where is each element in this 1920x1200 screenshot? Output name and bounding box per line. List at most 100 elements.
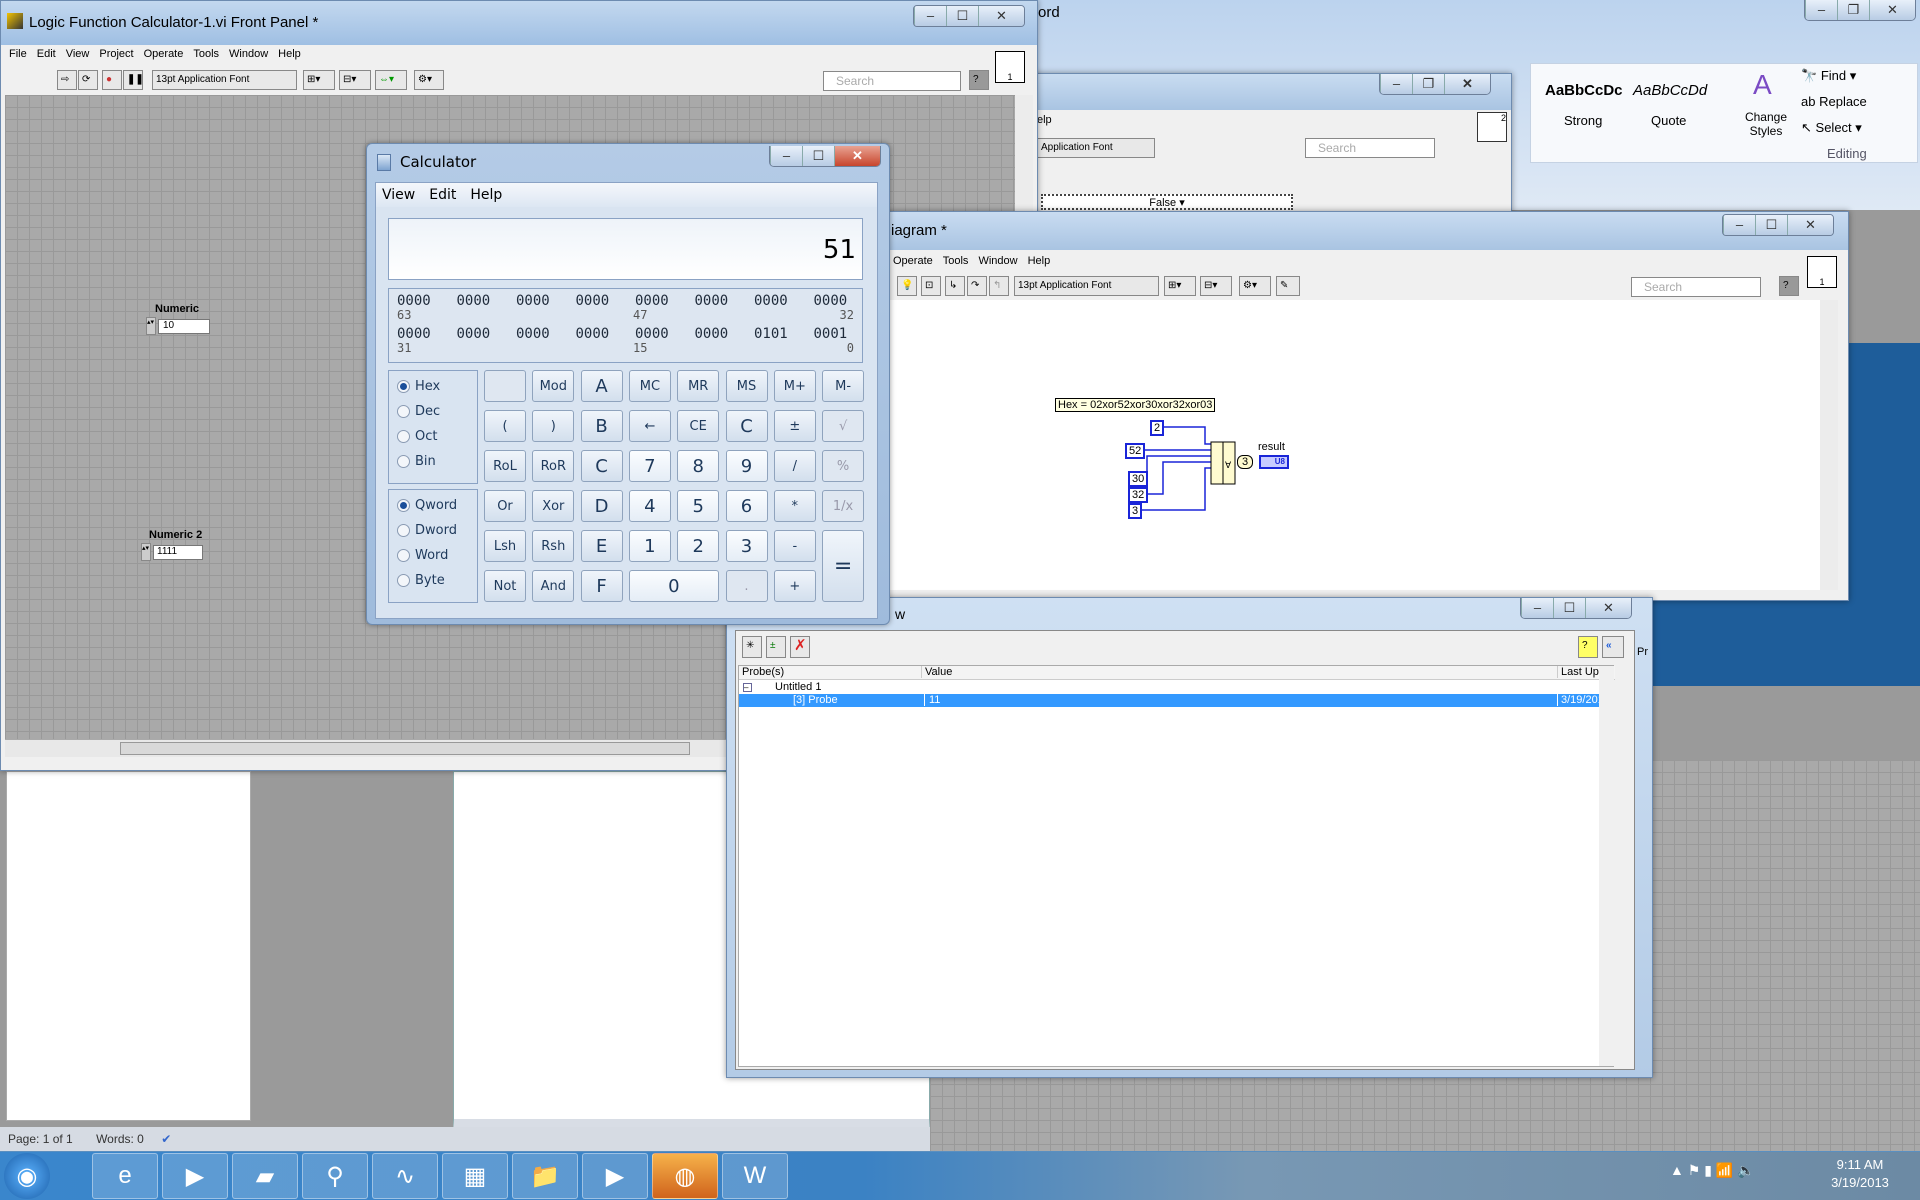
- start-taskbar-icon[interactable]: ◉: [4, 1153, 50, 1199]
- calc-button-)[interactable]: ): [532, 410, 575, 442]
- window-controls[interactable]: – ☐ ✕: [769, 146, 881, 167]
- numeric-2-input[interactable]: 1111: [153, 545, 203, 560]
- calc-button-2[interactable]: 2: [677, 530, 720, 562]
- binary-nibble[interactable]: 0000: [516, 326, 550, 342]
- case-structure-selector[interactable]: False ▾: [1041, 194, 1293, 210]
- word-window-controls[interactable]: – ❐ ✕: [1804, 0, 1916, 21]
- firefox-taskbar-icon[interactable]: ◍: [652, 1153, 718, 1199]
- search-input[interactable]: Search: [1631, 277, 1761, 297]
- calc-button-M+[interactable]: M+: [773, 370, 816, 402]
- word-taskbar-icon[interactable]: W: [722, 1153, 788, 1199]
- calc-button-([interactable]: (: [484, 410, 526, 442]
- radio-oct[interactable]: Oct: [397, 429, 437, 444]
- window-controls[interactable]: – ☐ ✕: [913, 5, 1025, 27]
- change-styles-icon[interactable]: A: [1753, 69, 1772, 101]
- new-probe-icon[interactable]: ✳: [742, 636, 762, 658]
- calc-button-Or[interactable]: Or: [484, 490, 526, 522]
- menu-help[interactable]: Help: [1028, 255, 1051, 267]
- menu-tools[interactable]: Tools: [193, 48, 219, 60]
- collapse-node-icon[interactable]: –: [743, 683, 752, 692]
- window-controls[interactable]: – ❐ ✕: [1379, 74, 1491, 95]
- clean-up-diagram-icon[interactable]: ✎: [1276, 276, 1300, 296]
- calc-button-+[interactable]: +: [773, 570, 816, 602]
- radio-button-icon[interactable]: [397, 430, 410, 443]
- column-value[interactable]: Value: [921, 666, 952, 678]
- run-continuously-icon[interactable]: ⟳: [78, 70, 98, 90]
- menu-edit[interactable]: Edit: [37, 48, 56, 60]
- internet-explorer-taskbar-icon[interactable]: e: [92, 1153, 158, 1199]
- constant-30[interactable]: 30: [1128, 471, 1149, 487]
- menu-window[interactable]: Window: [978, 255, 1017, 267]
- sticky-notes-taskbar-icon[interactable]: ▰: [232, 1153, 298, 1199]
- calc-button-A[interactable]: A: [580, 370, 623, 402]
- help-icon[interactable]: ?: [1779, 276, 1799, 296]
- binary-nibble[interactable]: 0000: [457, 326, 491, 342]
- radio-bin[interactable]: Bin: [397, 454, 436, 469]
- result-indicator[interactable]: U8: [1259, 455, 1289, 469]
- calc-button-Not[interactable]: Not: [484, 570, 526, 602]
- explorer-taskbar-icon[interactable]: 📁: [512, 1153, 578, 1199]
- radio-byte[interactable]: Byte: [397, 573, 445, 588]
- radio-button-icon[interactable]: [397, 380, 410, 393]
- binary-nibble[interactable]: 0000: [695, 326, 729, 342]
- highlight-execution-icon[interactable]: 💡: [897, 276, 917, 296]
- delete-probe-icon[interactable]: ✗: [790, 636, 810, 658]
- block-diagram-canvas[interactable]: Hex = 02xor52xor30xor32xor03 ∀ 2 52 30 3…: [885, 300, 1820, 590]
- style-strong[interactable]: Strong: [1564, 113, 1602, 128]
- search-input[interactable]: Search: [1305, 138, 1435, 158]
- menu-window[interactable]: Window: [229, 48, 268, 60]
- calc-button-Lsh[interactable]: Lsh: [484, 530, 526, 562]
- binary-nibble[interactable]: 0000: [814, 293, 848, 309]
- style-strong-preview[interactable]: AaBbCcDc: [1545, 82, 1623, 99]
- calc-button-=[interactable]: =: [822, 530, 865, 602]
- table-row-selected[interactable]: [3] Probe 11 3/19/2013: [739, 694, 1610, 707]
- radio-button-icon[interactable]: [397, 455, 410, 468]
- calc-button-8[interactable]: 8: [677, 450, 720, 482]
- search-input[interactable]: Search: [823, 71, 961, 91]
- menu-view[interactable]: View: [66, 48, 90, 60]
- align-objects-icon[interactable]: ⊞▾: [303, 70, 335, 90]
- collapse-icon[interactable]: «: [1602, 636, 1624, 658]
- pause-icon[interactable]: ❚❚: [123, 70, 144, 90]
- calc-button-4[interactable]: 4: [628, 490, 671, 522]
- oscilloscope-taskbar-icon[interactable]: ∿: [372, 1153, 438, 1199]
- constant-52[interactable]: 52: [1125, 443, 1146, 459]
- radio-dword[interactable]: Dword: [397, 523, 457, 538]
- binary-nibble[interactable]: 0001: [814, 326, 848, 342]
- menu-operate[interactable]: Operate: [144, 48, 184, 60]
- calc-button-B[interactable]: B: [580, 410, 623, 442]
- constant-3[interactable]: 3: [1128, 503, 1143, 519]
- style-quote[interactable]: Quote: [1651, 113, 1686, 128]
- menu-file[interactable]: File: [9, 48, 27, 60]
- binary-nibble[interactable]: 0000: [754, 293, 788, 309]
- help-icon[interactable]: ?: [1578, 636, 1598, 658]
- vertical-scrollbar[interactable]: [1599, 666, 1614, 1066]
- calc-button-*[interactable]: *: [773, 490, 816, 522]
- proofing-icon[interactable]: ✔: [161, 1132, 171, 1146]
- font-dropdown[interactable]: 13pt Application Font: [1014, 276, 1159, 296]
- calc-button-%[interactable]: %: [822, 450, 865, 482]
- menu-view[interactable]: View: [382, 187, 415, 207]
- calc-button-7[interactable]: 7: [628, 450, 671, 482]
- reorder-icon[interactable]: ⚙▾: [1239, 276, 1271, 296]
- abort-icon[interactable]: ●: [102, 70, 122, 90]
- step-over-icon[interactable]: ↷: [967, 276, 987, 296]
- calc-button-CE[interactable]: CE: [677, 410, 720, 442]
- calc-button-blank[interactable]: [484, 370, 526, 402]
- font-dropdown[interactable]: 13pt Application Font: [152, 70, 297, 90]
- calc-button-√[interactable]: √: [822, 410, 865, 442]
- clock[interactable]: 9:11 AM 3/19/2013: [1810, 1157, 1910, 1190]
- calc-button-D[interactable]: D: [580, 490, 623, 522]
- add-probes-icon[interactable]: ±: [766, 636, 786, 658]
- menu-help[interactable]: elp: [1037, 114, 1052, 126]
- table-row[interactable]: – Untitled 1: [739, 681, 1599, 694]
- binary-nibble[interactable]: 0101: [754, 326, 788, 342]
- calc-button-9[interactable]: 9: [725, 450, 768, 482]
- calc-button-1/x[interactable]: 1/x: [822, 490, 865, 522]
- numeric-input[interactable]: 10: [158, 319, 210, 334]
- calculator-taskbar-icon[interactable]: ▦: [442, 1153, 508, 1199]
- reorder-icon[interactable]: ⚙▾: [414, 70, 444, 90]
- calc-button-Xor[interactable]: Xor: [532, 490, 575, 522]
- binary-nibble[interactable]: 0000: [695, 293, 729, 309]
- binary-nibble[interactable]: 0000: [516, 293, 550, 309]
